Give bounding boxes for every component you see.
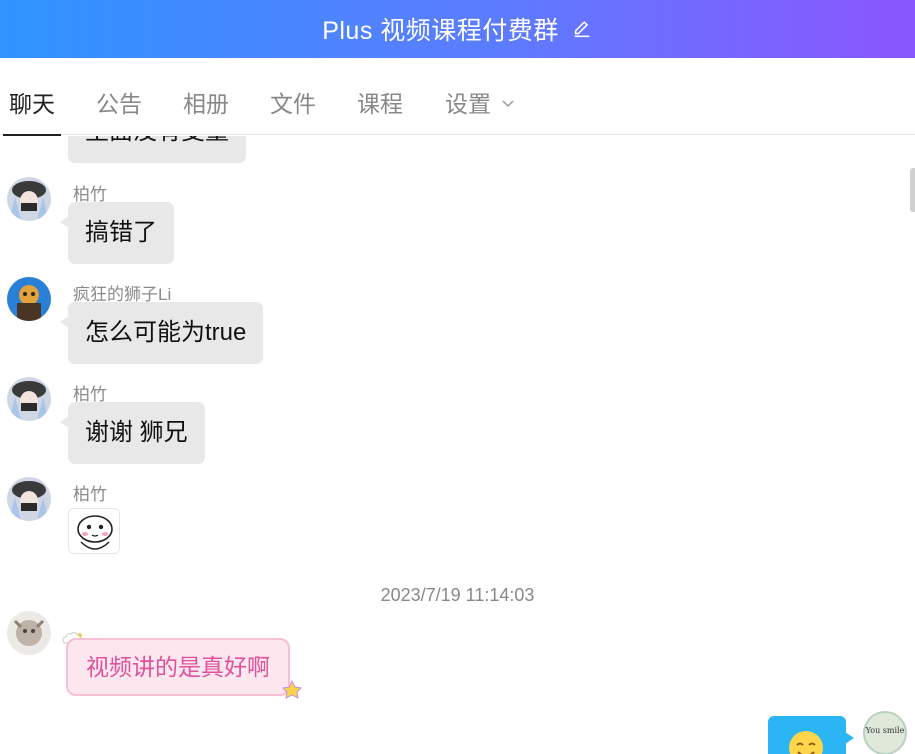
own-avatar[interactable]: You smile — [863, 711, 907, 754]
tab-label: 课程 — [357, 91, 403, 117]
own-message-bubble — [768, 716, 854, 754]
avatar[interactable] — [7, 377, 51, 421]
message-bubble: 搞错了 — [60, 202, 174, 264]
emoji-smile-icon — [789, 731, 823, 754]
tab-announcements[interactable]: 公告 — [96, 58, 142, 135]
tab-album[interactable]: 相册 — [183, 58, 229, 135]
avatar[interactable] — [7, 611, 51, 655]
tab-settings[interactable]: 设置 — [445, 58, 515, 135]
avatar[interactable] — [7, 177, 51, 221]
avatar[interactable] — [7, 477, 51, 521]
tab-label: 文件 — [270, 91, 316, 117]
avatar[interactable] — [7, 277, 51, 321]
pencil-icon[interactable] — [571, 18, 593, 40]
tab-chat[interactable]: 聊天 — [3, 58, 61, 136]
own-avatar-text: You smile — [865, 726, 905, 735]
tab-label: 相册 — [183, 91, 229, 117]
group-tabs: 聊天 公告 相册 文件 课程 设置 — [0, 58, 915, 136]
star-decoration-icon — [281, 680, 303, 699]
message-bubble: 谢谢 狮兄 — [60, 402, 205, 464]
tab-courses[interactable]: 课程 — [357, 58, 403, 135]
tab-label: 聊天 — [9, 91, 55, 117]
sticker-image[interactable] — [68, 508, 120, 554]
message-bubble: 怎么可能为true — [59, 302, 264, 364]
message-bubble: 视频讲的是真好啊 — [66, 638, 290, 696]
message-bubble: 里面没有变量 — [68, 136, 246, 163]
chat-header: Plus 视频课程付费群 — [0, 0, 915, 58]
message-list[interactable]: 里面没有变量 柏竹 搞错了 疯狂的狮子Li 怎么可能为true 柏竹 谢谢 狮兄… — [0, 136, 915, 754]
message-timestamp: 2023/7/19 11:14:03 — [380, 585, 535, 605]
tab-files[interactable]: 文件 — [270, 58, 316, 135]
scrollbar-thumb[interactable] — [910, 168, 915, 212]
sender-name: 柏竹 — [73, 485, 107, 504]
tab-label: 设置 — [445, 91, 491, 117]
chevron-down-icon — [502, 100, 514, 108]
tab-label: 公告 — [96, 91, 142, 117]
group-title: Plus 视频课程付费群 — [322, 17, 559, 45]
